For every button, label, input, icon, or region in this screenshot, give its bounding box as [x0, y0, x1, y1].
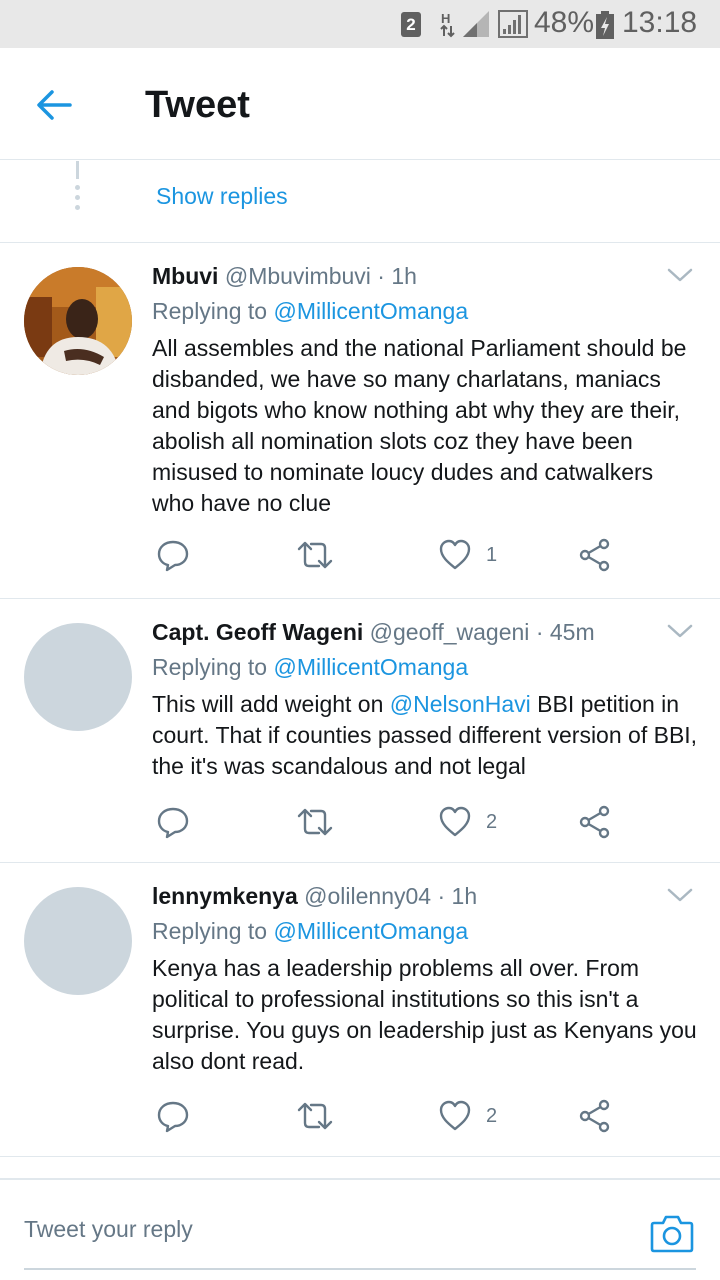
retweet-icon [297, 808, 333, 836]
replying-prefix: Replying to [152, 298, 268, 324]
show-replies-link[interactable]: Show replies [156, 183, 288, 210]
tweet-item[interactable]: Capt. Geoff Wageni @geoff_wageni · 45m R… [0, 599, 720, 863]
share-icon [579, 1099, 610, 1133]
share-icon [579, 538, 610, 572]
reply-button[interactable] [156, 535, 190, 575]
like-button[interactable]: 1 [438, 535, 497, 575]
arrow-left-icon [37, 90, 72, 120]
reply-icon [157, 540, 189, 572]
tweet-timestamp: 1h [391, 263, 417, 289]
author-handle[interactable]: @geoff_wageni [370, 619, 530, 645]
like-count: 1 [486, 543, 498, 566]
retweet-icon [297, 1102, 333, 1130]
signal-icon [498, 10, 528, 38]
separator-dot: · [437, 883, 446, 909]
like-button[interactable]: 2 [438, 1096, 497, 1136]
replying-prefix: Replying to [152, 654, 268, 680]
thread-dots-icon [75, 185, 80, 215]
reply-input[interactable]: Tweet your reply [24, 1216, 193, 1243]
author-name[interactable]: lennymkenya [152, 883, 298, 909]
tweet-text: All assembles and the national Parliamen… [152, 335, 687, 516]
chevron-down-icon[interactable] [666, 265, 694, 285]
replying-to: Replying to @MillicentOmanga [152, 298, 468, 325]
tweet-text: Kenya has a leadership problems all over… [152, 955, 697, 1074]
replying-to: Replying to @MillicentOmanga [152, 918, 468, 945]
author-name[interactable]: Capt. Geoff Wageni [152, 619, 363, 645]
replying-to: Replying to @MillicentOmanga [152, 654, 468, 681]
avatar-photo [24, 267, 132, 375]
mention-link[interactable]: @NelsonHavi [390, 691, 531, 717]
retweet-button[interactable] [296, 535, 334, 575]
tweet-text-part: This will add weight on [152, 691, 390, 717]
separator-dot: · [535, 619, 544, 645]
avatar[interactable] [24, 267, 132, 375]
thread-line [76, 161, 79, 179]
like-button[interactable]: 2 [438, 802, 497, 842]
reply-button[interactable] [156, 802, 190, 842]
replying-mention-link[interactable]: @MillicentOmanga [273, 298, 468, 324]
reply-icon [157, 807, 189, 839]
tweet-text: This will add weight on @NelsonHavi BBI … [152, 689, 700, 782]
like-count: 2 [486, 810, 498, 833]
like-count: 2 [486, 1104, 498, 1127]
heart-icon [439, 539, 471, 570]
reply-icon [157, 1101, 189, 1133]
camera-icon [650, 1215, 694, 1253]
separator-dot: · [377, 263, 385, 289]
share-button[interactable] [578, 535, 612, 575]
share-icon [579, 805, 610, 839]
tweet-timestamp: 1h [451, 883, 478, 909]
thread-connector: Show replies [0, 161, 720, 243]
reply-button[interactable] [156, 1096, 190, 1136]
input-underline [24, 1268, 696, 1270]
retweet-icon [297, 541, 333, 569]
status-bar: 2 H 48% 13:18 [0, 0, 720, 48]
tweet-header: Mbuvi @Mbuvimbuvi · 1h [152, 263, 417, 290]
share-button[interactable] [578, 802, 612, 842]
chevron-down-icon[interactable] [666, 621, 694, 641]
tweet-actions: 2 [152, 1096, 700, 1136]
retweet-button[interactable] [296, 1096, 334, 1136]
tweet-header: Capt. Geoff Wageni @geoff_wageni · 45m [152, 619, 595, 646]
clock: 13:18 [622, 6, 698, 39]
heart-icon [439, 806, 471, 837]
chevron-down-icon[interactable] [666, 885, 694, 905]
battery-icon [596, 11, 614, 39]
author-handle[interactable]: @olilenny04 [304, 883, 431, 909]
reply-composer: Tweet your reply [0, 1178, 720, 1280]
tweet-timestamp: 45m [549, 619, 595, 645]
network-type-icon: H [440, 11, 455, 38]
page-title: Tweet [145, 84, 250, 126]
retweet-button[interactable] [296, 802, 334, 842]
camera-button[interactable] [650, 1212, 694, 1254]
signal-icon [463, 11, 489, 37]
tweet-item[interactable]: Mbuvi @Mbuvimbuvi · 1h Replying to @Mill… [0, 243, 720, 599]
avatar[interactable] [24, 887, 132, 995]
share-button[interactable] [578, 1096, 612, 1136]
sim-indicator: 2 [401, 12, 421, 37]
author-name[interactable]: Mbuvi [152, 263, 218, 289]
replying-mention-link[interactable]: @MillicentOmanga [273, 918, 468, 944]
tweet-actions: 2 [152, 802, 700, 842]
battery-percent: 48% [534, 6, 595, 39]
replying-mention-link[interactable]: @MillicentOmanga [273, 654, 468, 680]
author-handle[interactable]: @Mbuvimbuvi [225, 263, 371, 289]
tweet-actions: 1 [152, 535, 700, 575]
avatar[interactable] [24, 623, 132, 731]
back-button[interactable] [32, 83, 80, 127]
app-header: Tweet [0, 48, 720, 160]
heart-icon [439, 1100, 471, 1131]
replying-prefix: Replying to [152, 918, 268, 944]
tweet-header: lennymkenya @olilenny04 · 1h [152, 883, 477, 910]
svg-text:H: H [441, 11, 450, 26]
tweet-item[interactable]: lennymkenya @olilenny04 · 1h Replying to… [0, 863, 720, 1157]
